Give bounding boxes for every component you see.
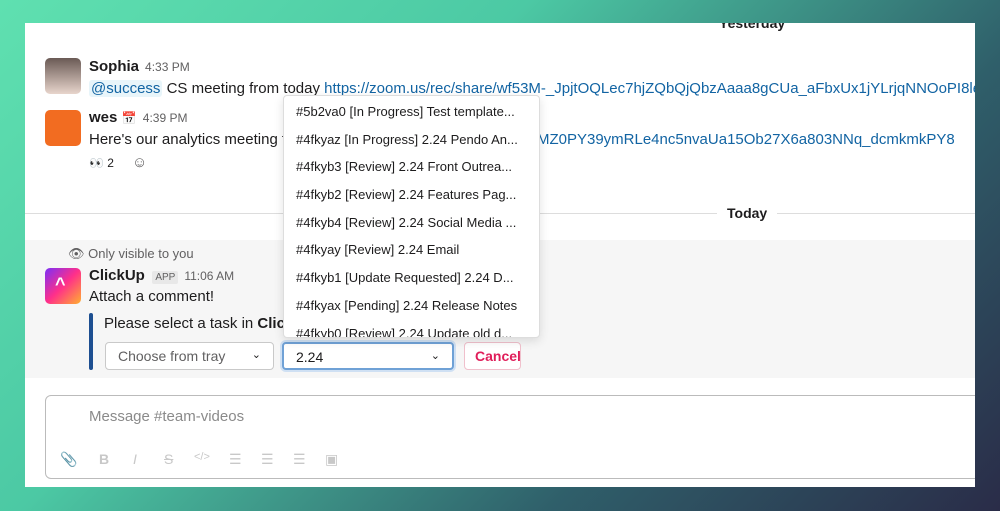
dropdown-option[interactable]: #4fkyax [Pending] 2.24 Release Notes — [284, 292, 539, 320]
avatar-sophia[interactable] — [45, 58, 81, 94]
avatar-wes[interactable] — [45, 110, 81, 146]
prompt-text: Please select a task in Click — [104, 315, 294, 332]
dropdown-option[interactable]: #4fkyb0 [Review] 2.24 Update old d... — [284, 320, 539, 338]
cancel-button[interactable]: Cancel — [464, 342, 521, 370]
dropdown-option[interactable]: #4fkyay [Review] 2.24 Email — [284, 236, 539, 264]
add-reaction-icon[interactable]: ☺ — [132, 154, 147, 171]
message-input[interactable]: Message #team-videos — [89, 408, 244, 425]
bulleted-list-icon[interactable]: ☰ — [261, 451, 274, 468]
author-name[interactable]: Sophia — [89, 58, 139, 75]
dropdown-option[interactable]: #4fkyb4 [Review] 2.24 Social Media ... — [284, 209, 539, 237]
message-text: Here's our analytics meeting f — [89, 131, 287, 148]
calendar-icon: 📅 — [121, 111, 137, 125]
eye-icon: 👁 — [68, 246, 85, 261]
code-block-icon[interactable]: ▣ — [325, 451, 338, 468]
date-divider-yesterday: Yesterday — [719, 23, 786, 31]
numbered-list-icon[interactable]: ☰ — [229, 451, 242, 468]
message-text: Attach a comment! — [89, 288, 215, 305]
timestamp[interactable]: 4:39 PM — [143, 111, 188, 125]
dropdown-option[interactable]: #4fkyb3 [Review] 2.24 Front Outrea... — [284, 153, 539, 181]
italic-icon[interactable]: I — [133, 451, 137, 467]
quote-icon[interactable]: ☰ — [293, 451, 306, 468]
dropdown-option[interactable]: #4fkyb1 [Update Requested] 2.24 D... — [284, 264, 539, 292]
timestamp[interactable]: 4:33 PM — [145, 60, 190, 74]
mention[interactable]: @success — [89, 80, 163, 97]
bold-icon[interactable]: B — [99, 451, 109, 467]
author-name[interactable]: ClickUp — [89, 267, 145, 284]
dropdown-option[interactable]: #4fkyaz [In Progress] 2.24 Pendo An... — [284, 126, 539, 154]
eyes-icon: 👀 — [89, 156, 104, 170]
message-sophia: Sophia 4:33 PM @success CS meeting from t… — [89, 58, 975, 97]
dropdown-option[interactable]: #4fkyb2 [Review] 2.24 Features Pag... — [284, 181, 539, 209]
strikethrough-icon[interactable]: S — [164, 451, 173, 467]
date-divider-today: Today — [717, 205, 778, 221]
chevron-down-icon: ⌄ — [251, 349, 261, 361]
chevron-down-icon: ⌄ — [430, 350, 440, 362]
message-link[interactable]: re/1MZ0PY39ymRLe4nc5nvaUa15Ob27X6a803NNq… — [511, 131, 955, 148]
app-badge: APP — [152, 271, 179, 284]
visibility-note: Only visible to you — [88, 246, 194, 261]
slack-channel: Yesterday Sophia 4:33 PM @success CS meet… — [25, 23, 975, 487]
message-composer[interactable]: Message #team-videos 📎 B I S </> ☰ ☰ ☰ ▣ — [45, 395, 975, 479]
author-name[interactable]: wes — [89, 109, 117, 126]
reaction-count: 2 — [107, 156, 114, 170]
task-select[interactable]: 2.24 ⌄ — [282, 342, 454, 370]
attachment-bar — [89, 313, 93, 370]
code-icon[interactable]: </> — [194, 451, 210, 463]
dropdown-option[interactable]: #5b2va0 [In Progress] Test template... — [284, 98, 539, 126]
attachment-icon[interactable]: 📎 — [60, 451, 77, 468]
task-dropdown-menu: #5b2va0 [In Progress] Test template... #4… — [283, 95, 540, 338]
clickup-logo[interactable]: ^ — [45, 268, 81, 304]
tray-select[interactable]: Choose from tray ⌄ — [105, 342, 274, 370]
timestamp[interactable]: 11:06 AM — [184, 269, 234, 283]
